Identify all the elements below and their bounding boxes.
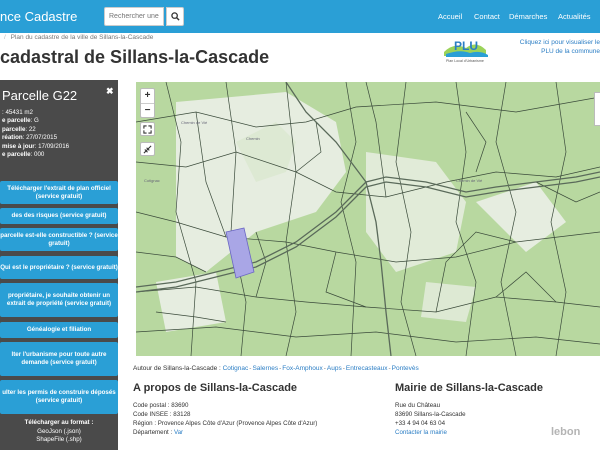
cadastre-map[interactable]: Chemin de Vié Chemin Cotignac Chemin de …: [136, 82, 600, 356]
building-permits-button[interactable]: ulter les permis de construire déposés (…: [0, 380, 118, 414]
plu-logo-graphic: PLU Plan Local d'Urbanisme: [444, 39, 488, 63]
parcel-info-key: mise à jour: [2, 142, 35, 150]
about-title: A propos de Sillans-la-Cascade: [133, 382, 298, 394]
map-canvas[interactable]: Chemin de Vié Chemin Cotignac Chemin de …: [136, 82, 600, 356]
mairie-phone: +33 4 94 04 63 04: [395, 420, 446, 427]
close-icon[interactable]: ✖: [106, 86, 114, 97]
nav-actualites[interactable]: Actualités: [558, 12, 591, 21]
parcel-info-row: parcelle: 22: [2, 126, 116, 134]
measure-button[interactable]: [140, 142, 155, 156]
parcel-info-key: parcelle: [2, 125, 26, 133]
about-value: 83690: [171, 402, 189, 409]
nav-demarches[interactable]: Démarches: [509, 12, 547, 21]
about-label: Département :: [133, 429, 173, 436]
about-row: Département : Var: [133, 428, 317, 437]
zoom-control: + −: [140, 88, 155, 118]
commune-link[interactable]: Salernes: [252, 365, 278, 372]
departement-link[interactable]: Var: [174, 429, 183, 436]
about-label: Région :: [133, 420, 157, 427]
parcel-info-key: e parcelle: [2, 117, 31, 125]
parcel-info-value: : 27/07/2015: [22, 134, 58, 142]
export-section: Télécharger au format : GeoJson (.json) …: [0, 419, 118, 445]
mairie-info: Rue du Château 83690 Sillans-la-Cascade …: [395, 401, 466, 437]
watermark: lebon: [551, 426, 581, 438]
about-label: Code postal :: [133, 402, 170, 409]
mairie-title: Mairie de Sillans-la-Cascade: [395, 382, 543, 394]
about-label: Code INSEE :: [133, 411, 172, 418]
parcel-info-value: : 22: [25, 125, 36, 133]
mairie-address-line: Rue du Château: [395, 402, 441, 409]
fullscreen-button[interactable]: [140, 122, 155, 136]
export-geojson-link[interactable]: GeoJson (.json): [0, 428, 118, 437]
top-navbar: nce Cadastre Accueil Contact Démarches A…: [0, 0, 600, 33]
parcel-info-key: réation: [2, 134, 23, 142]
fullscreen-icon: [143, 124, 152, 134]
commune-link[interactable]: Pontevès: [392, 365, 419, 372]
commune-link[interactable]: Cotignac: [223, 365, 249, 372]
export-shapefile-link[interactable]: ShapeFile (.shp): [0, 436, 118, 445]
map-label: Chemin de Vié: [181, 120, 208, 125]
plu-link[interactable]: Cliquez ici pour visualiser le PLU de la…: [512, 38, 600, 56]
search-input[interactable]: [104, 7, 164, 26]
about-row: Code INSEE : 83128: [133, 410, 317, 419]
plu-logo-text: PLU: [454, 39, 478, 53]
plu-logo[interactable]: PLU Plan Local d'Urbanisme: [440, 36, 492, 64]
layer-switcher[interactable]: [594, 92, 600, 126]
property-extract-button[interactable]: propriétaire, je souhaite obtenir un ext…: [0, 283, 118, 317]
map-label: Chemin de Vié: [456, 178, 483, 183]
parcel-info-row: e parcelle: G: [2, 117, 116, 125]
zoom-out-button[interactable]: −: [141, 103, 154, 117]
nearby-communes-prefix: Autour de Sillans-la-Cascade :: [133, 365, 221, 372]
map-label: Cotignac: [144, 178, 160, 183]
contact-mairie-link[interactable]: Contacter la mairie: [395, 428, 466, 437]
parcel-info-row: mise à jour: 17/09/2016: [2, 143, 116, 151]
genealogy-button[interactable]: Généalogie et filiation: [0, 322, 118, 338]
export-heading: Télécharger au format :: [24, 419, 94, 426]
parcel-title: Parcelle G22: [2, 88, 78, 103]
breadcrumb-separator: /: [4, 34, 6, 41]
search-icon: [170, 12, 180, 21]
about-info: Code postal : 83690 Code INSEE : 83128 R…: [133, 401, 317, 437]
about-row: Code postal : 83690: [133, 401, 317, 410]
breadcrumb: / Plan du cadastre de la ville de Sillan…: [0, 34, 153, 41]
about-value: Provence Alpes Côte d'Azur (Provence Alp…: [157, 420, 318, 427]
parcel-info-row: e parcelle: 000: [2, 151, 116, 159]
breadcrumb-current: Plan du cadastre de la ville de Sillans-…: [10, 34, 154, 41]
map-field-area: [156, 272, 226, 332]
urbanism-button[interactable]: lter l'urbanisme pour toute autre demand…: [0, 342, 118, 376]
about-value: 83128: [173, 411, 191, 418]
parcel-info-key: e parcelle: [2, 151, 31, 159]
nearby-communes: Autour de Sillans-la-Cascade : Cotignac-…: [133, 365, 419, 372]
parcel-info-row: : 45431 m2: [2, 109, 116, 117]
parcel-info: : 45431 m2 e parcelle: G parcelle: 22 ré…: [2, 109, 116, 159]
parcel-info-value: : 000: [30, 151, 45, 159]
about-row: Région : Provence Alpes Côte d'Azur (Pro…: [133, 419, 317, 428]
parcel-info-value: : 45431 m2: [2, 109, 33, 116]
parcel-sidebar: Parcelle G22 ✖ : 45431 m2 e parcelle: G …: [0, 80, 118, 450]
nav-accueil[interactable]: Accueil: [438, 12, 462, 21]
page-title: cadastral de Sillans-la-Cascade: [0, 47, 270, 67]
search-button[interactable]: [166, 7, 184, 26]
plu-logo-caption: Plan Local d'Urbanisme: [446, 59, 484, 63]
commune-link[interactable]: Fox-Amphoux: [282, 365, 322, 372]
commune-link[interactable]: Aups: [327, 365, 342, 372]
owner-button[interactable]: Qui est le propriétaire ? (service gratu…: [0, 256, 118, 279]
zoom-in-button[interactable]: +: [141, 89, 154, 103]
parcel-info-value: : 17/09/2016: [34, 142, 70, 150]
mairie-address-line: 83690 Sillans-la-Cascade: [395, 411, 466, 418]
risks-button[interactable]: des des risques (service gratuit): [0, 208, 118, 224]
download-plan-button[interactable]: Télécharger l'extrait de plan officiel (…: [0, 181, 118, 204]
brand-title[interactable]: nce Cadastre: [0, 9, 77, 24]
constructible-button[interactable]: parcelle est-elle constructible ? (servi…: [0, 228, 118, 251]
nav-contact[interactable]: Contact: [474, 12, 500, 21]
commune-link[interactable]: Entrecasteaux: [346, 365, 388, 372]
parcel-info-row: réation: 27/07/2015: [2, 134, 116, 142]
measure-icon: [143, 145, 152, 153]
map-label: Chemin: [246, 136, 260, 141]
parcel-info-value: : G: [30, 117, 39, 125]
